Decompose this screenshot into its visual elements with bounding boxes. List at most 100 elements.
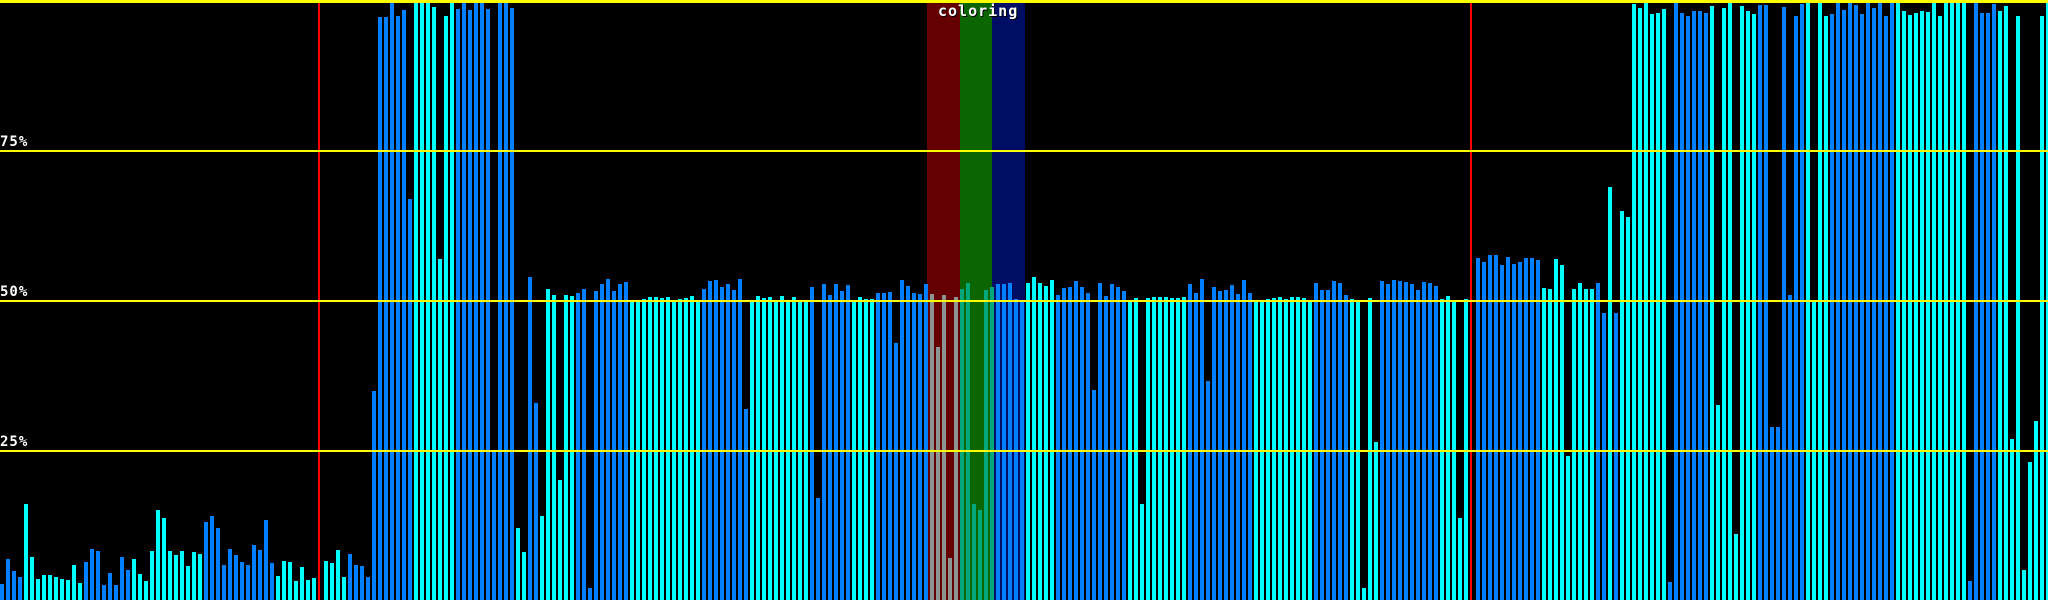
- bar: [1740, 6, 1744, 600]
- bar: [222, 565, 226, 600]
- bar: [1716, 405, 1720, 600]
- bar: [528, 277, 532, 600]
- bar: [792, 297, 796, 600]
- bar: [876, 293, 880, 600]
- bar: [1062, 288, 1066, 600]
- bar: [1998, 11, 2002, 600]
- bar: [1248, 293, 1252, 600]
- bar: [510, 8, 514, 600]
- bar: [534, 403, 538, 600]
- bar: [1776, 427, 1780, 600]
- bar: [1380, 281, 1384, 600]
- bar: [18, 577, 22, 600]
- bar: [1314, 283, 1318, 600]
- bar: [1734, 534, 1738, 600]
- bar: [54, 577, 58, 600]
- bar: [1578, 283, 1582, 600]
- bar: [354, 565, 358, 600]
- bar: [6, 559, 10, 600]
- bar: [246, 565, 250, 600]
- bar: [456, 9, 460, 600]
- bar: [684, 298, 688, 600]
- bar: [366, 577, 370, 600]
- bar: [1710, 6, 1714, 600]
- bar: [1038, 283, 1042, 600]
- bar: [1476, 258, 1480, 600]
- bar: [1332, 281, 1336, 600]
- bar: [2004, 6, 2008, 600]
- bar: [1908, 15, 1912, 600]
- gridline-50: [0, 300, 2048, 302]
- bar: [1002, 284, 1006, 600]
- bar: [84, 562, 88, 600]
- bar: [1764, 5, 1768, 600]
- bar: [516, 528, 520, 600]
- bar: [1692, 11, 1696, 600]
- bar: [1548, 289, 1552, 600]
- bar: [1494, 255, 1498, 600]
- bar: [96, 551, 100, 600]
- bar: [780, 296, 784, 600]
- bar: [1824, 16, 1828, 600]
- bar: [1296, 297, 1300, 600]
- bar: [1152, 297, 1156, 600]
- bar: [582, 289, 586, 600]
- bar: [960, 289, 964, 600]
- bar: [882, 293, 886, 600]
- bar: [306, 580, 310, 600]
- bar: [900, 280, 904, 600]
- bar: [1770, 427, 1774, 600]
- bar: [294, 581, 298, 600]
- bar: [66, 580, 70, 600]
- bar: [2016, 16, 2020, 600]
- bar: [312, 578, 316, 600]
- bar: [840, 291, 844, 600]
- bar: [936, 347, 940, 600]
- bar: [1782, 7, 1786, 600]
- bar: [1140, 504, 1144, 600]
- bar: [1110, 284, 1114, 600]
- gridline-100: [0, 0, 2048, 3]
- bar: [1506, 257, 1510, 600]
- bar: [1662, 9, 1666, 600]
- bar: [234, 555, 238, 600]
- bar: [108, 573, 112, 600]
- bar: [618, 284, 622, 600]
- bar: [2040, 16, 2044, 600]
- bar: [1092, 390, 1096, 600]
- bar: [1566, 456, 1570, 600]
- bar: [1788, 295, 1792, 600]
- gridline-25: [0, 450, 2048, 452]
- bar: [1488, 255, 1492, 600]
- bar: [714, 280, 718, 600]
- bar: [396, 16, 400, 600]
- bar: [156, 510, 160, 600]
- bar: [1170, 298, 1174, 600]
- bar: [588, 588, 592, 600]
- bar: [858, 297, 862, 600]
- bar: [1530, 258, 1534, 600]
- bar: [564, 295, 568, 600]
- bar: [342, 577, 346, 600]
- bar: [336, 550, 340, 600]
- bar: [444, 16, 448, 600]
- bar: [468, 10, 472, 600]
- bar: [2028, 462, 2032, 600]
- bar: [1536, 260, 1540, 600]
- bar: [276, 576, 280, 600]
- bar: [240, 562, 244, 600]
- bar: [0, 584, 4, 600]
- bar: [1392, 280, 1396, 600]
- bar: [168, 551, 172, 600]
- tick-label-25: 25%: [0, 434, 29, 450]
- bar: [648, 297, 652, 600]
- bar: [120, 557, 124, 600]
- bar: [1278, 297, 1282, 600]
- bar: [546, 289, 550, 600]
- bar: [24, 504, 28, 600]
- bar: [360, 566, 364, 600]
- bar: [612, 291, 616, 600]
- bar: [1668, 582, 1672, 600]
- bar: [1056, 295, 1060, 600]
- bar: [1458, 518, 1462, 600]
